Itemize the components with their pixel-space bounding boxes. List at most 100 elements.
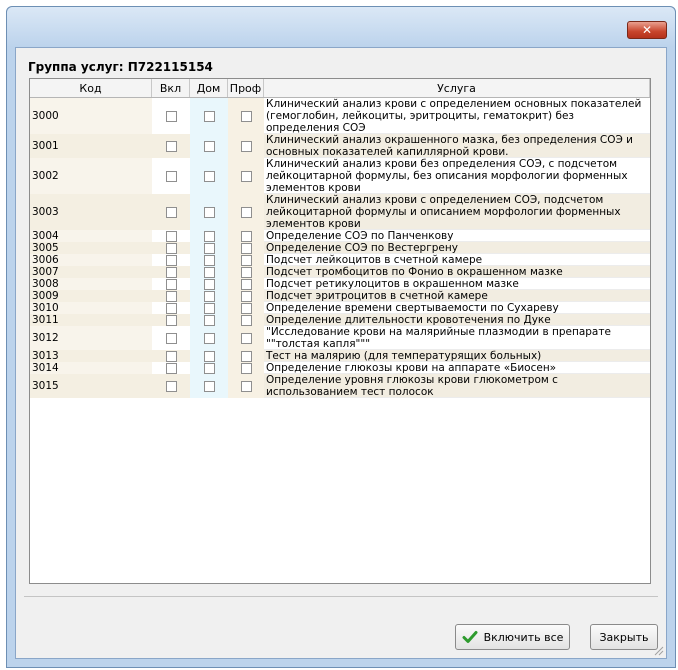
home-checkbox[interactable] xyxy=(203,362,215,374)
prof-checkbox[interactable] xyxy=(240,206,252,218)
close-window-button[interactable]: ✕ xyxy=(627,21,667,39)
prof-checkbox[interactable] xyxy=(240,278,252,290)
column-header-service[interactable]: Услуга xyxy=(264,79,650,97)
table-row[interactable]: 3004 Определение СОЭ по Панченкову xyxy=(30,230,650,242)
prof-checkbox[interactable] xyxy=(240,380,252,392)
enabled-checkbox[interactable] xyxy=(165,206,177,218)
cell-vkl xyxy=(152,362,190,374)
bottom-divider xyxy=(24,596,658,597)
cell-vkl xyxy=(152,278,190,290)
table-row[interactable]: 3000 Клинический анализ крови с определен… xyxy=(30,98,650,134)
enabled-checkbox[interactable] xyxy=(165,170,177,182)
enabled-checkbox[interactable] xyxy=(165,290,177,302)
column-header-enabled[interactable]: Вкл xyxy=(152,79,190,97)
home-checkbox[interactable] xyxy=(203,242,215,254)
table-row[interactable]: 3007 Подсчет тромбоцитов по Фонио в окраш… xyxy=(30,266,650,278)
cell-vkl xyxy=(152,302,190,314)
table-row[interactable]: 3006 Подсчет лейкоцитов в счетной камере xyxy=(30,254,650,266)
enabled-checkbox[interactable] xyxy=(165,302,177,314)
table-row[interactable]: 3014 Определение глюкозы крови на аппарат… xyxy=(30,362,650,374)
prof-checkbox[interactable] xyxy=(240,242,252,254)
cell-code: 3006 xyxy=(30,254,152,266)
title-bar[interactable]: ✕ xyxy=(7,7,675,47)
prof-checkbox[interactable] xyxy=(240,290,252,302)
prof-checkbox[interactable] xyxy=(240,230,252,242)
cell-vkl xyxy=(152,374,190,398)
prof-checkbox[interactable] xyxy=(240,302,252,314)
cell-dom xyxy=(190,158,228,194)
home-checkbox[interactable] xyxy=(203,266,215,278)
prof-checkbox[interactable] xyxy=(240,350,252,362)
prof-checkbox[interactable] xyxy=(240,254,252,266)
home-checkbox[interactable] xyxy=(203,230,215,242)
home-checkbox[interactable] xyxy=(203,380,215,392)
include-all-button[interactable]: Включить все xyxy=(455,624,570,650)
prof-checkbox[interactable] xyxy=(240,170,252,182)
home-checkbox[interactable] xyxy=(203,140,215,152)
cell-prof xyxy=(228,302,264,314)
enabled-checkbox[interactable] xyxy=(165,380,177,392)
table-row[interactable]: 3003 Клинический анализ крови с определен… xyxy=(30,194,650,230)
table-row[interactable]: 3015 Определение уровня глюкозы крови глю… xyxy=(30,374,650,398)
cell-service: Подсчет ретикулоцитов в окрашенном мазке xyxy=(264,278,650,290)
cell-vkl xyxy=(152,326,190,350)
cell-prof xyxy=(228,290,264,302)
enabled-checkbox[interactable] xyxy=(165,332,177,344)
prof-checkbox[interactable] xyxy=(240,362,252,374)
cell-prof xyxy=(228,254,264,266)
enabled-checkbox[interactable] xyxy=(165,230,177,242)
cell-prof xyxy=(228,98,264,134)
cell-dom xyxy=(190,134,228,158)
table-row[interactable]: 3013 Тест на малярию (для температурящих … xyxy=(30,350,650,362)
enabled-checkbox[interactable] xyxy=(165,314,177,326)
cell-vkl xyxy=(152,194,190,230)
cell-code: 3009 xyxy=(30,290,152,302)
cell-vkl xyxy=(152,314,190,326)
cell-code: 3003 xyxy=(30,194,152,230)
home-checkbox[interactable] xyxy=(203,206,215,218)
cell-code: 3000 xyxy=(30,98,152,134)
table-row[interactable]: 3005 Определение СОЭ по Вестергрену xyxy=(30,242,650,254)
enabled-checkbox[interactable] xyxy=(165,242,177,254)
home-checkbox[interactable] xyxy=(203,170,215,182)
table-row[interactable]: 3012 "Исследование крови на малярийные пл… xyxy=(30,326,650,350)
prof-checkbox[interactable] xyxy=(240,110,252,122)
table-row[interactable]: 3011 Определение длительности кровотечени… xyxy=(30,314,650,326)
cell-prof xyxy=(228,314,264,326)
cell-service: "Исследование крови на малярийные плазмо… xyxy=(264,326,650,350)
prof-checkbox[interactable] xyxy=(240,266,252,278)
cell-vkl xyxy=(152,266,190,278)
close-button[interactable]: Закрыть xyxy=(590,624,658,650)
home-checkbox[interactable] xyxy=(203,332,215,344)
cell-dom xyxy=(190,302,228,314)
resize-grip-icon[interactable] xyxy=(652,644,664,656)
column-header-code[interactable]: Код xyxy=(30,79,152,97)
home-checkbox[interactable] xyxy=(203,290,215,302)
enabled-checkbox[interactable] xyxy=(165,266,177,278)
cell-service: Определение времени свертываемости по Су… xyxy=(264,302,650,314)
table-row[interactable]: 3008 Подсчет ретикулоцитов в окрашенном м… xyxy=(30,278,650,290)
home-checkbox[interactable] xyxy=(203,314,215,326)
table-row[interactable]: 3010 Определение времени свертываемости п… xyxy=(30,302,650,314)
column-header-prof[interactable]: Проф xyxy=(228,79,264,97)
prof-checkbox[interactable] xyxy=(240,332,252,344)
include-all-label: Включить все xyxy=(483,630,564,644)
table-row[interactable]: 3001 Клинический анализ окрашенного мазка… xyxy=(30,134,650,158)
home-checkbox[interactable] xyxy=(203,350,215,362)
home-checkbox[interactable] xyxy=(203,278,215,290)
enabled-checkbox[interactable] xyxy=(165,278,177,290)
enabled-checkbox[interactable] xyxy=(165,362,177,374)
home-checkbox[interactable] xyxy=(203,302,215,314)
enabled-checkbox[interactable] xyxy=(165,350,177,362)
cell-code: 3001 xyxy=(30,134,152,158)
table-row[interactable]: 3009 Подсчет эритроцитов в счетной камере xyxy=(30,290,650,302)
prof-checkbox[interactable] xyxy=(240,140,252,152)
enabled-checkbox[interactable] xyxy=(165,110,177,122)
enabled-checkbox[interactable] xyxy=(165,140,177,152)
home-checkbox[interactable] xyxy=(203,110,215,122)
table-row[interactable]: 3002 Клинический анализ крови без определ… xyxy=(30,158,650,194)
column-header-home[interactable]: Дом xyxy=(190,79,228,97)
prof-checkbox[interactable] xyxy=(240,314,252,326)
enabled-checkbox[interactable] xyxy=(165,254,177,266)
home-checkbox[interactable] xyxy=(203,254,215,266)
